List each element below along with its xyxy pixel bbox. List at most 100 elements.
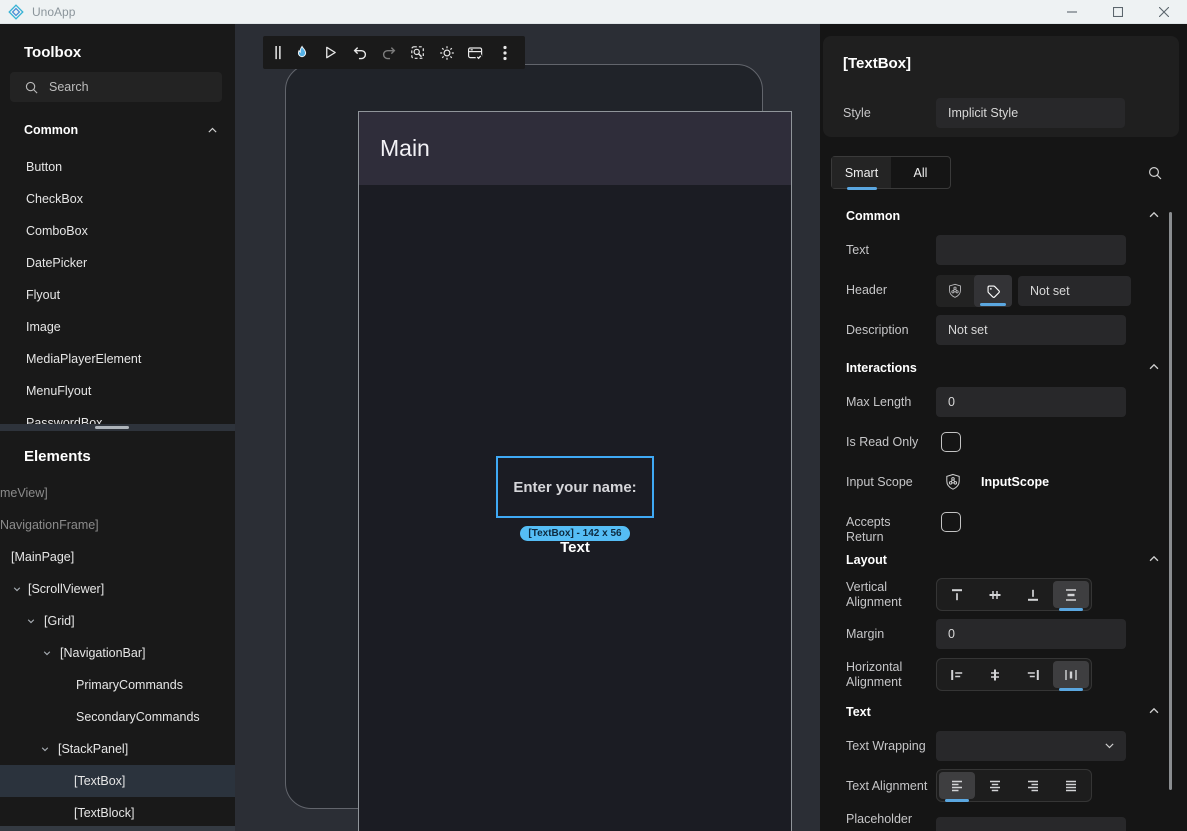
tree-item-frameview[interactable]: meView] — [0, 477, 235, 509]
toolbox-item-flyout[interactable]: Flyout — [0, 279, 235, 311]
tree-item-navigationbar[interactable]: [NavigationBar] — [0, 637, 235, 669]
textblock-element[interactable]: Text — [359, 539, 791, 556]
selected-textbox[interactable]: Enter your name: — [496, 456, 654, 518]
description-input[interactable]: Not set — [936, 315, 1126, 345]
valign-top-button[interactable] — [939, 581, 975, 608]
valign-stretch-button[interactable] — [1053, 581, 1089, 608]
more-options-button[interactable] — [490, 36, 519, 69]
chevron-down-icon[interactable] — [26, 616, 36, 626]
tree-item-navigationframe[interactable]: NavigationFrame] — [0, 509, 235, 541]
tree-item-primarycommands[interactable]: PrimaryCommands — [0, 669, 235, 701]
toolbox-item-combobox[interactable]: ComboBox — [0, 215, 235, 247]
chevron-down-icon[interactable] — [40, 744, 50, 754]
halign-center-button[interactable] — [977, 661, 1013, 688]
form-check-button[interactable] — [461, 36, 490, 69]
search-icon — [24, 80, 39, 95]
left-sidebar: Toolbox Common Button CheckBox ComboBox … — [0, 24, 235, 831]
header-input[interactable]: Not set — [1018, 276, 1131, 306]
chevron-up-icon[interactable] — [1147, 704, 1161, 718]
text-alignment-group — [936, 769, 1092, 802]
text-align-right-icon — [1025, 778, 1041, 794]
style-label: Style — [843, 106, 871, 120]
redo-button[interactable] — [374, 36, 403, 69]
properties-vertical-scrollbar[interactable] — [1169, 212, 1172, 790]
close-button[interactable] — [1141, 0, 1187, 24]
toolbox-section-common[interactable]: Common — [0, 120, 235, 144]
properties-search-icon[interactable] — [1147, 165, 1163, 181]
halign-stretch-button[interactable] — [1053, 661, 1089, 688]
text-align-center-button[interactable] — [977, 772, 1013, 799]
tree-item-scrollviewer[interactable]: [ScrollViewer] — [0, 573, 235, 605]
halign-left-button[interactable] — [939, 661, 975, 688]
text-align-left-button[interactable] — [939, 772, 975, 799]
property-tabs: Smart All — [831, 156, 951, 189]
tree-item-grid[interactable]: [Grid] — [0, 605, 235, 637]
theme-brightness-button[interactable] — [432, 36, 461, 69]
page-header: Main — [359, 112, 791, 185]
toolbox-item-menuflyout[interactable]: MenuFlyout — [0, 375, 235, 407]
text-input[interactable] — [936, 235, 1126, 265]
toolbox-item-checkbox[interactable]: CheckBox — [0, 183, 235, 215]
input-scope-label: Input Scope — [846, 475, 930, 490]
toolbox-item-passwordbox[interactable]: PasswordBox — [0, 407, 235, 439]
chevron-down-icon[interactable] — [12, 584, 22, 594]
tree-item-secondarycommands[interactable]: SecondaryCommands — [0, 701, 235, 733]
hot-reload-flame-icon[interactable] — [287, 36, 316, 69]
binding-mode-button[interactable] — [936, 275, 974, 307]
binding-shield-icon[interactable] — [944, 473, 962, 491]
toolbox-item-list: Button CheckBox ComboBox DatePicker Flyo… — [0, 151, 235, 439]
placeholder-input[interactable] — [936, 817, 1126, 831]
text-align-right-button[interactable] — [1015, 772, 1051, 799]
elements-title: Elements — [24, 448, 91, 465]
style-input[interactable]: Implicit Style — [936, 98, 1125, 128]
undo-button[interactable] — [345, 36, 374, 69]
chevron-up-icon[interactable] — [1147, 208, 1161, 222]
halign-right-button[interactable] — [1015, 661, 1051, 688]
text-wrapping-label: Text Wrapping — [846, 739, 946, 754]
toolbox-title: Toolbox — [24, 44, 81, 61]
horizontal-alignment-label: Horizontal Alignment — [846, 660, 930, 690]
is-read-only-checkbox[interactable] — [941, 432, 961, 452]
section-label: Common — [24, 123, 78, 137]
max-length-input[interactable]: 0 — [936, 387, 1126, 417]
drag-handle[interactable] — [269, 36, 287, 69]
element-picker-button[interactable] — [403, 36, 432, 69]
literal-mode-button[interactable] — [974, 275, 1012, 307]
toolbox-search-input[interactable] — [49, 80, 199, 94]
chevron-up-icon[interactable] — [1147, 360, 1161, 374]
tree-item-textblock[interactable]: [TextBlock] — [0, 797, 235, 829]
valign-center-button[interactable] — [977, 581, 1013, 608]
input-scope-value[interactable]: InputScope — [981, 475, 1049, 489]
valign-bottom-button[interactable] — [1015, 581, 1051, 608]
toolbox-search[interactable] — [10, 72, 222, 102]
tree-item-textbox[interactable]: [TextBox] — [0, 765, 235, 797]
accepts-return-checkbox[interactable] — [941, 512, 961, 532]
elements-horizontal-scrollbar[interactable] — [0, 826, 235, 831]
design-toolbar — [263, 36, 525, 69]
maximize-button[interactable] — [1095, 0, 1141, 24]
text-align-justify-button[interactable] — [1053, 772, 1089, 799]
scrollbar-thumb[interactable] — [95, 426, 129, 429]
toolbox-item-image[interactable]: Image — [0, 311, 235, 343]
toolbox-horizontal-scrollbar[interactable] — [0, 424, 235, 431]
play-button[interactable] — [316, 36, 345, 69]
text-align-justify-icon — [1063, 778, 1079, 794]
chevron-up-icon[interactable] — [1147, 552, 1161, 566]
section-layout: Layout — [846, 553, 887, 567]
placeholder-label: Placeholder — [846, 812, 946, 827]
tab-all[interactable]: All — [891, 157, 950, 188]
toolbox-item-button[interactable]: Button — [0, 151, 235, 183]
margin-input[interactable]: 0 — [936, 619, 1126, 649]
horizontal-alignment-group — [936, 658, 1092, 691]
toolbox-item-datepicker[interactable]: DatePicker — [0, 247, 235, 279]
textbox-placeholder: Enter your name: — [513, 479, 636, 496]
tab-smart[interactable]: Smart — [832, 157, 891, 188]
section-common: Common — [846, 209, 900, 223]
toolbox-item-mediaplayerelement[interactable]: MediaPlayerElement — [0, 343, 235, 375]
minimize-button[interactable] — [1049, 0, 1095, 24]
tree-item-mainpage[interactable]: [MainPage] — [0, 541, 235, 573]
tree-item-stackpanel[interactable]: [StackPanel] — [0, 733, 235, 765]
chevron-down-icon[interactable] — [42, 648, 52, 658]
text-wrapping-dropdown[interactable] — [936, 731, 1126, 761]
text-label: Text — [846, 243, 930, 258]
